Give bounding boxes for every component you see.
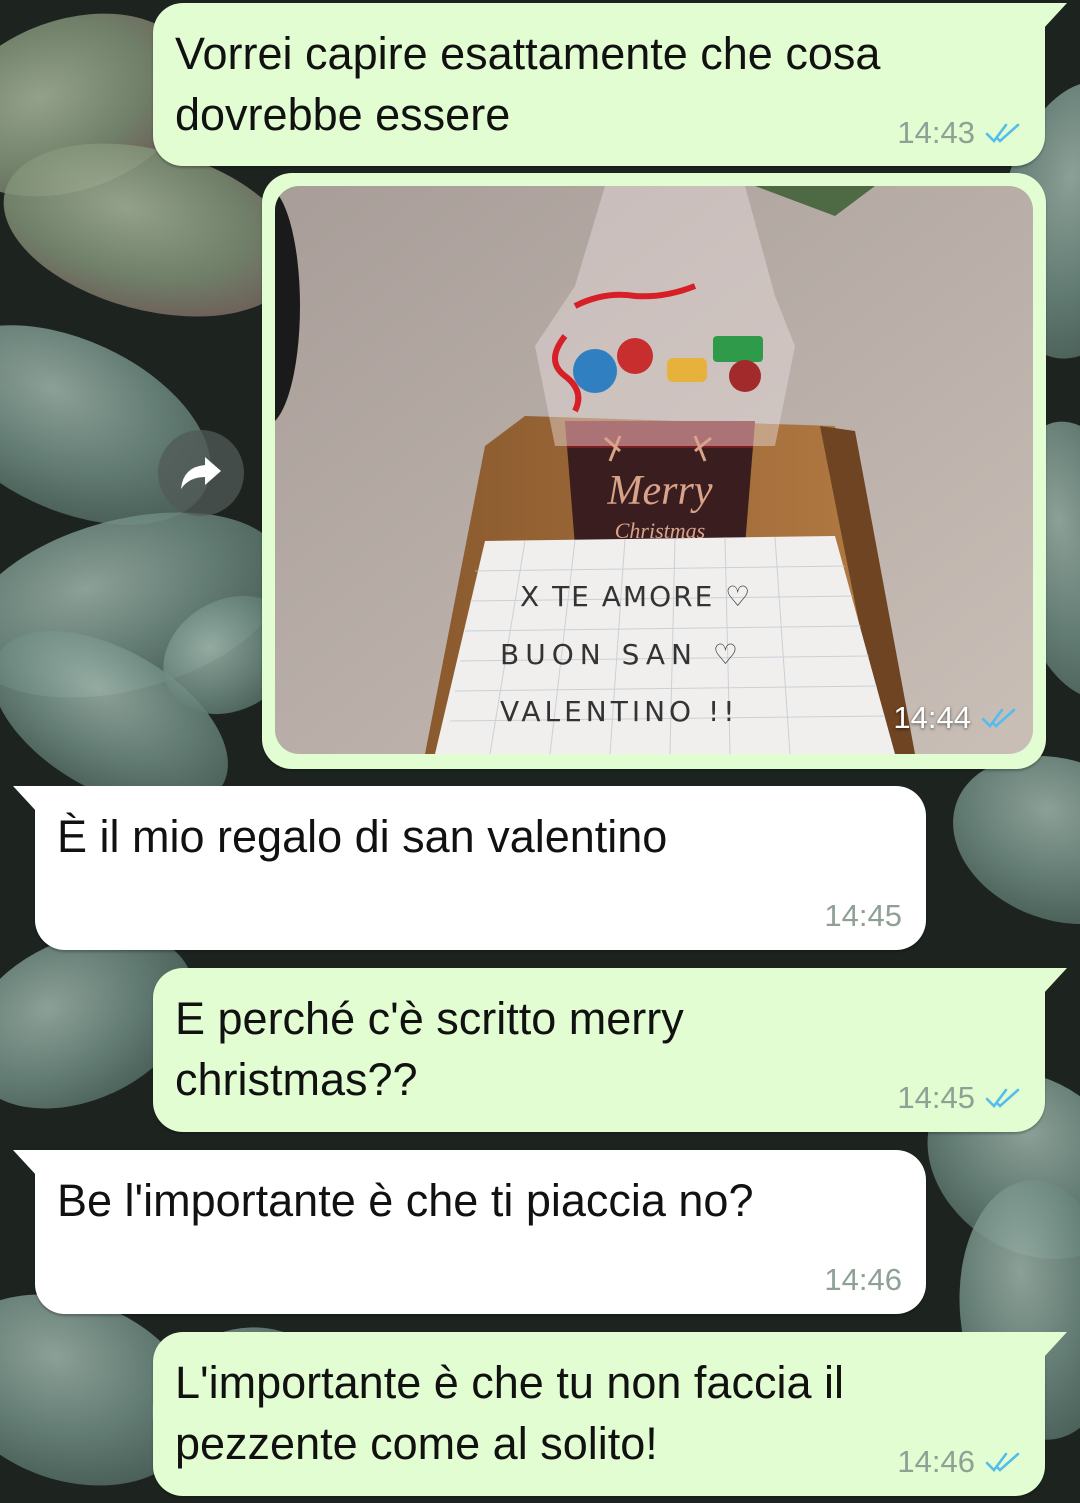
- double-check-icon: [985, 123, 1020, 143]
- message-bubble-incoming[interactable]: È il mio regalo di san valentino 14:45: [13, 786, 926, 950]
- image-message-meta: 14:44: [893, 700, 1017, 736]
- message-text: L'importante è che tu non faccia il pezz…: [175, 1357, 844, 1469]
- message-meta: 14:45: [824, 898, 902, 934]
- forward-button[interactable]: [158, 430, 244, 516]
- message-time: 14:45: [897, 1080, 975, 1115]
- svg-text:Merry: Merry: [607, 468, 713, 514]
- message-time: 14:46: [897, 1444, 975, 1479]
- double-check-icon: [985, 1088, 1020, 1108]
- message-bubble-outgoing[interactable]: L'importante è che tu non faccia il pezz…: [153, 1332, 1067, 1496]
- message-time: 14:43: [897, 115, 975, 150]
- message-bubble-incoming[interactable]: Be l'importante è che ti piaccia no? 14:…: [13, 1150, 926, 1314]
- bubble-tail: [1043, 968, 1067, 994]
- message-text: È il mio regalo di san valentino: [57, 811, 668, 862]
- message-text: Be l'importante è che ti piaccia no?: [57, 1175, 754, 1226]
- svg-text:VALENTINO !!: VALENTINO !!: [500, 695, 738, 728]
- message-meta: 14:45: [897, 1080, 1021, 1116]
- double-check-icon: [981, 708, 1016, 728]
- message-meta: 14:43: [897, 115, 1021, 151]
- bubble-tail: [1043, 1332, 1067, 1358]
- bubble-tail: [1043, 3, 1067, 29]
- shared-photo[interactable]: Merry Christmas X TE AMORE ♡ BUON SAN ♡ …: [275, 186, 1033, 754]
- forward-icon: [181, 457, 221, 489]
- gift-photo-image: Merry Christmas X TE AMORE ♡ BUON SAN ♡ …: [275, 186, 1033, 754]
- message-text: E perché c'è scritto merry christmas??: [175, 993, 684, 1105]
- message-time: 14:46: [824, 1262, 902, 1297]
- message-meta: 14:46: [824, 1262, 902, 1298]
- message-bubble-outgoing[interactable]: E perché c'è scritto merry christmas?? 1…: [153, 968, 1067, 1132]
- message-meta: 14:46: [897, 1444, 1021, 1480]
- image-message-bubble[interactable]: Merry Christmas X TE AMORE ♡ BUON SAN ♡ …: [262, 173, 1046, 769]
- message-time: 14:45: [824, 898, 902, 933]
- bubble-tail: [13, 1150, 37, 1176]
- message-bubble-outgoing[interactable]: Vorrei capire esattamente che cosa dovre…: [153, 3, 1067, 166]
- bubble-tail: [13, 786, 37, 812]
- message-time: 14:44: [893, 700, 971, 735]
- message-text: Vorrei capire esattamente che cosa dovre…: [175, 28, 881, 140]
- svg-text:X TE AMORE ♡: X TE AMORE ♡: [520, 580, 752, 613]
- svg-text:BUON SAN ♡: BUON SAN ♡: [500, 638, 744, 671]
- double-check-icon: [985, 1452, 1020, 1472]
